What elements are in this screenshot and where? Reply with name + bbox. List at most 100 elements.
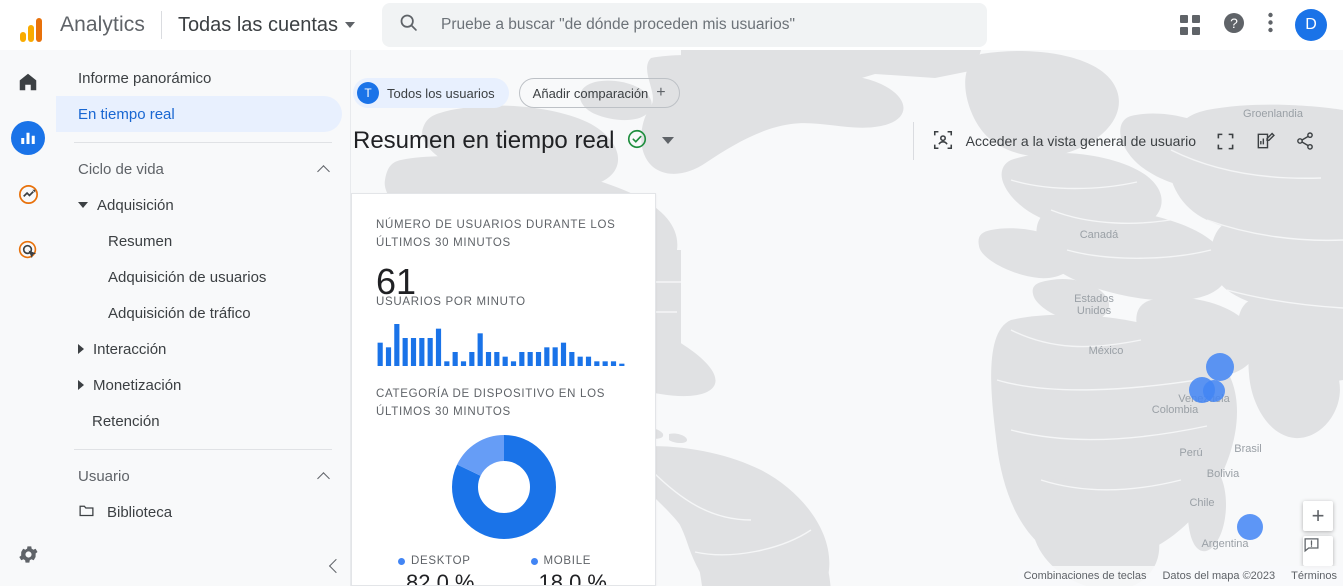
legend-value: 82,0 %	[406, 570, 475, 586]
apps-grid-icon[interactable]	[1180, 15, 1200, 35]
map-footer-data: Datos del mapa ©2023	[1162, 570, 1276, 582]
user-snapshot-link[interactable]: Acceder a la vista general de usuario	[932, 129, 1196, 154]
brand-title: Analytics	[60, 13, 145, 36]
legend-label: DESKTOP	[411, 555, 471, 567]
map-footer-shortcuts[interactable]: Combinaciones de teclas	[1024, 570, 1147, 582]
divider	[74, 449, 332, 450]
chevron-right-icon	[78, 380, 84, 390]
help-icon[interactable]: ?	[1222, 11, 1246, 40]
rail-item-home[interactable]	[0, 58, 56, 106]
map-user-bubble[interactable]	[1237, 514, 1263, 540]
sidebar-item-label: Adquisición de usuarios	[108, 268, 267, 286]
sidebar-section-ciclo-de-vida[interactable]: Ciclo de vida	[56, 151, 350, 187]
legend-item-desktop: DESKTOP 82,0 %	[398, 555, 475, 586]
legend-label: MOBILE	[543, 555, 592, 567]
map-user-bubble[interactable]	[1206, 353, 1234, 381]
sidebar-item-label: En tiempo real	[78, 105, 175, 123]
search-input[interactable]	[439, 15, 972, 35]
account-selector[interactable]: Todas las cuentas	[177, 13, 356, 37]
svg-text:?: ?	[1230, 15, 1238, 31]
feedback-icon	[1304, 538, 1319, 553]
insights-edit-button[interactable]	[1255, 131, 1275, 151]
users-30min-label: NÚMERO DE USUARIOS DURANTE LOS ÚLTIMOS 3…	[376, 219, 616, 249]
device-category-legend: DESKTOP 82,0 % MOBILE 18,0 %	[376, 555, 631, 586]
comparison-chips: T Todos los usuarios Añadir comparación …	[351, 78, 680, 108]
chevron-right-icon	[78, 344, 84, 354]
legend-dot-icon	[398, 557, 405, 565]
device-category-label: CATEGORÍA DE DISPOSITIVO EN LOS ÚLTIMOS …	[376, 388, 606, 418]
sidebar-item-label: Retención	[92, 412, 160, 430]
chip-all-users-label: Todos los usuarios	[387, 85, 495, 101]
realtime-card: NÚMERO DE USUARIOS DURANTE LOS ÚLTIMOS 3…	[351, 193, 656, 586]
gear-icon	[18, 545, 38, 563]
sidebar-item-adquisicion[interactable]: Adquisición	[56, 187, 342, 223]
check-circle-icon	[626, 128, 648, 155]
sidebar-item-label: Interacción	[93, 340, 167, 358]
avatar[interactable]: D	[1295, 9, 1327, 41]
legend-item-mobile: MOBILE 18,0 %	[530, 555, 608, 586]
account-selector-label: Todas las cuentas	[177, 13, 339, 36]
fullscreen-button[interactable]	[1216, 132, 1235, 151]
map-footer-terms[interactable]: Términos	[1291, 570, 1337, 582]
sidebar-item-label: Biblioteca	[107, 503, 173, 521]
sidebar-item-retencion[interactable]: Retención	[56, 403, 342, 439]
map-user-bubble[interactable]	[1203, 380, 1225, 402]
sidebar-section-label: Ciclo de vida	[78, 160, 164, 178]
sidebar-item-interaccion[interactable]: Interacción	[56, 331, 342, 367]
rail-item-admin[interactable]	[0, 530, 56, 578]
top-app-bar: Analytics Todas las cuentas ? D	[0, 0, 1343, 50]
chevron-up-icon	[317, 471, 330, 485]
top-bar-actions: ? D	[1180, 9, 1327, 41]
chevron-down-icon	[345, 22, 356, 28]
divider	[160, 11, 162, 39]
explore-icon	[18, 184, 38, 204]
chip-badge: T	[357, 82, 379, 104]
legend-value: 18,0 %	[538, 570, 608, 586]
sidebar-item-en-tiempo-real[interactable]: En tiempo real	[56, 96, 342, 132]
add-comparison-button[interactable]: Añadir comparación +	[518, 78, 680, 108]
map-footer: Combinaciones de teclas Datos del mapa ©…	[1017, 566, 1343, 586]
more-vert-icon[interactable]	[1268, 12, 1273, 38]
users-per-minute-label: USUARIOS POR MINUTO	[376, 296, 526, 308]
map-zoom-in-button[interactable]: +	[1303, 501, 1333, 531]
legend-dot-icon	[530, 557, 538, 565]
sidebar-item-label: Monetización	[93, 376, 182, 394]
user-snapshot-icon	[932, 129, 954, 154]
device-category-donut	[376, 429, 631, 545]
sidebar-item-monetizacion[interactable]: Monetización	[56, 367, 342, 403]
analytics-logo	[14, 8, 48, 42]
folder-icon	[78, 502, 95, 523]
rail-item-explore[interactable]	[0, 170, 56, 218]
user-snapshot-label: Acceder a la vista general de usuario	[965, 133, 1196, 149]
sidebar-item-adquisicion-de-trafico[interactable]: Adquisición de tráfico	[56, 295, 342, 331]
rail-item-advertising[interactable]	[0, 226, 56, 274]
page-header: Resumen en tiempo real Acceder a la vist…	[351, 122, 1343, 160]
rail-item-reports[interactable]	[0, 114, 56, 162]
map-feedback-button[interactable]	[1303, 536, 1333, 566]
reports-icon	[21, 132, 35, 144]
sidebar-item-adquisicion-de-usuarios[interactable]: Adquisición de usuarios	[56, 259, 342, 295]
share-button[interactable]	[1295, 131, 1315, 151]
chip-all-users[interactable]: T Todos los usuarios	[353, 78, 509, 108]
sidebar-section-label: Usuario	[78, 467, 130, 485]
advertising-icon	[18, 240, 36, 258]
plus-icon: +	[656, 84, 666, 101]
donut-chart-graphic	[451, 435, 556, 539]
search-box[interactable]	[382, 3, 988, 47]
chevron-down-icon	[78, 202, 88, 208]
sidebar-item-label: Informe panorámico	[78, 69, 212, 87]
sidebar-item-label: Resumen	[108, 232, 173, 250]
sidebar-item-biblioteca[interactable]: Biblioteca	[56, 494, 342, 530]
sidebar-item-label: Adquisición	[97, 196, 174, 214]
sidebar-nav: Informe panorámico En tiempo real Ciclo …	[56, 50, 351, 586]
sidebar-item-resumen[interactable]: Resumen	[56, 223, 342, 259]
sidebar-item-informe-panoramico[interactable]: Informe panorámico	[56, 60, 342, 96]
sidebar-section-usuario[interactable]: Usuario	[56, 458, 350, 494]
chevron-left-icon	[328, 558, 344, 574]
add-comparison-label: Añadir comparación	[532, 85, 649, 101]
divider	[74, 142, 332, 143]
sidebar-collapse-button[interactable]	[318, 550, 350, 582]
sidebar-item-label: Adquisición de tráfico	[108, 304, 251, 322]
analytics-realtime-page: Analytics Todas las cuentas ? D	[0, 0, 1343, 586]
page-title-dropdown[interactable]	[662, 132, 675, 150]
